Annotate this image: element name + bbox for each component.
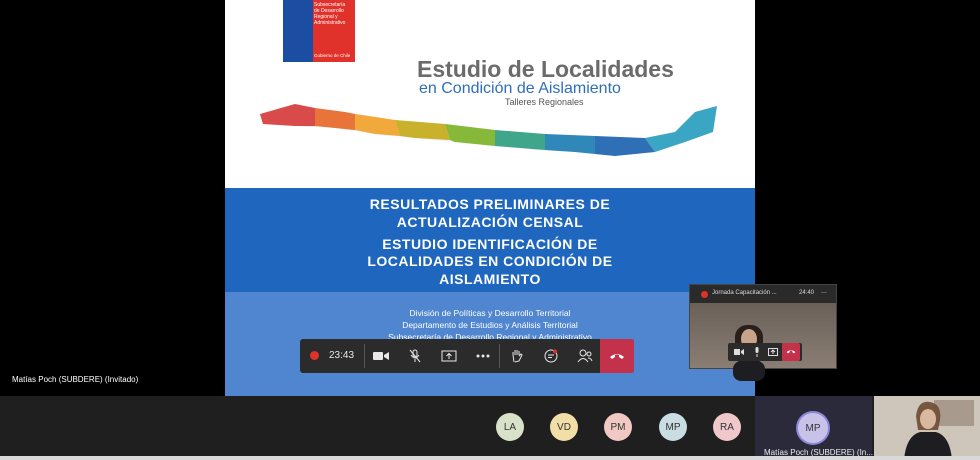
mini-window-title: Jornada Capacitación ... [712,290,777,296]
participants-icon [577,349,593,363]
camera-icon[interactable] [734,348,744,356]
hangup-icon [610,354,624,359]
band-line: ACTUALIZACIÓN CENSAL [396,214,584,230]
share-screen-button[interactable] [432,339,466,373]
shared-slide: Subsecretaría de Desarrollo Regional y A… [225,0,755,396]
chile-map-graphic [260,104,717,156]
more-actions-button[interactable] [466,339,500,373]
chat-icon [544,349,558,363]
mini-more-button[interactable]: ... [821,288,827,295]
slide-header: Subsecretaría de Desarrollo Regional y A… [225,0,755,188]
meeting-timer: 23:43 [329,350,355,361]
mic-off-icon [409,349,421,363]
raise-hand-button[interactable] [500,339,534,373]
hangup-icon [786,350,796,354]
active-speaker-avatar: MP [796,411,830,445]
self-video-person [874,396,980,460]
participant-avatar[interactable]: MP [659,413,687,441]
slide-title-band: RESULTADOS PRELIMINARES DE ACTUALIZACIÓN… [225,188,755,292]
share-icon[interactable] [768,348,778,356]
band-line: LOCALIDADES EN CONDICIÓN DE [367,253,613,269]
participant-avatar[interactable]: RA [713,413,741,441]
participants-button[interactable] [568,339,602,373]
recording-indicator-icon [310,351,319,360]
mic-button[interactable] [398,339,432,373]
presenter-name-label: Matías Poch (SUBDERE) (Invitado) [12,375,139,384]
band-line: RESULTADOS PRELIMINARES DE [369,196,611,212]
footer-line: División de Políticas y Desarrollo Terri… [409,308,571,318]
recording-indicator-icon [701,291,708,298]
footer-line: Departamento de Estudios y Análisis Terr… [402,320,578,330]
camera-button[interactable] [364,339,398,373]
share-icon [441,350,457,362]
participant-avatar[interactable]: PM [604,413,632,441]
more-icon [476,354,490,358]
band-line: AISLAMIENTO [439,271,541,287]
agency-text: Subsecretaría de Desarrollo Regional y A… [314,2,346,26]
participant-avatar[interactable]: LA [496,413,524,441]
leave-call-button[interactable] [600,339,634,373]
camera-icon [373,352,389,360]
mini-window-timer: 24:40 [799,290,815,296]
gov-label: Gobierno de Chile [314,53,351,58]
self-video-tile[interactable] [874,396,980,460]
bottom-strip [0,456,980,460]
government-logo: Subsecretaría de Desarrollo Regional y A… [283,0,355,62]
mini-call-window[interactable]: Jornada Capacitación ... 24:40 ... [689,284,837,381]
slide-title: Estudio de Localidades [417,56,674,82]
participant-avatar[interactable]: VD [550,413,578,441]
raise-hand-icon [512,350,523,363]
meeting-toolbar: 23:43 [300,339,634,373]
chat-button[interactable] [534,339,568,373]
mini-hangup-button[interactable] [782,343,800,361]
mic-icon[interactable] [753,347,761,357]
band-line: ESTUDIO IDENTIFICACIÓN DE [382,236,598,252]
